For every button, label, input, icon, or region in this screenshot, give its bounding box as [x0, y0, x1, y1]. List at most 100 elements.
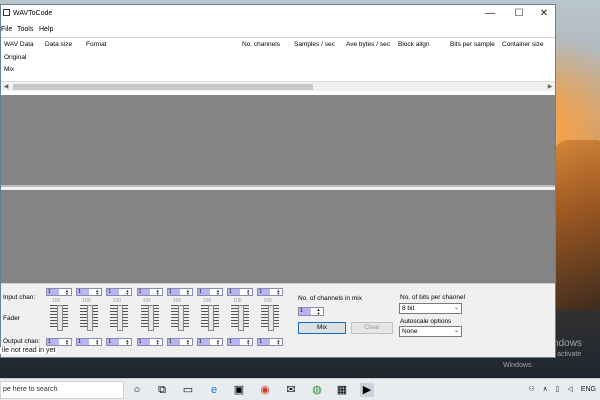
fader-slider[interactable] [170, 305, 189, 331]
input-chan-spinner[interactable]: 1 ▲ ▼ [227, 288, 254, 296]
volume-icon[interactable]: ◁ [567, 386, 572, 393]
output-chan-value[interactable]: 1 [228, 339, 241, 345]
mix-button[interactable]: Mix [298, 322, 346, 334]
input-chan-value[interactable]: 1 [228, 289, 241, 295]
spinner-arrows-icon[interactable]: ▲ ▼ [154, 339, 162, 346]
menu-help[interactable]: Help [39, 26, 53, 33]
spinner-arrows-icon[interactable]: ▲ ▼ [63, 289, 71, 296]
spinner-arrows-icon[interactable]: ▲ ▼ [184, 289, 192, 296]
wav-data-grid[interactable]: WAV Data Data size Format No. channels S… [1, 37, 555, 81]
col-block-align[interactable]: Block align [398, 41, 429, 48]
clear-button[interactable]: Clear [351, 322, 393, 334]
horizontal-scrollbar[interactable]: ◀ ▶ [1, 81, 555, 91]
start-icon[interactable]: ○ [130, 383, 144, 397]
input-chan-spinner[interactable]: 1 ▲ ▼ [106, 288, 133, 296]
fader-slider[interactable] [110, 305, 129, 331]
spinner-arrows-icon[interactable]: ▲ ▼ [214, 289, 222, 296]
spinner-arrows-icon[interactable]: ▲ ▼ [93, 339, 101, 346]
output-chan-value[interactable]: 1 [137, 339, 150, 345]
col-samples-sec[interactable]: Samples / sec [294, 41, 335, 48]
mix-waveform-panel[interactable] [1, 190, 555, 283]
col-data-size[interactable]: Data size [45, 41, 72, 48]
fader-slider[interactable] [231, 305, 250, 331]
network-icon[interactable]: ▯ [556, 386, 560, 393]
app-green-icon[interactable]: ◍ [310, 383, 324, 397]
file-explorer-icon[interactable]: ▭ [181, 383, 195, 397]
tray-chevron-icon[interactable]: ∧ [543, 386, 548, 393]
wavtocode-taskbar-icon[interactable]: ▶ [360, 383, 374, 397]
fader-slider[interactable] [201, 305, 219, 331]
output-chan-spinner[interactable]: 1 ▲ ▼ [46, 338, 72, 346]
col-format[interactable]: Format [86, 41, 107, 48]
input-chan-value[interactable]: 1 [258, 289, 271, 295]
input-chan-value[interactable]: 1 [47, 289, 59, 295]
spinner-arrows-icon[interactable]: ▲ ▼ [274, 289, 282, 296]
output-chan-value[interactable]: 1 [77, 339, 90, 345]
output-chan-value[interactable]: 1 [167, 339, 180, 345]
spinner-arrows-icon[interactable]: ▲ ▼ [93, 289, 101, 296]
task-view-icon[interactable]: ⧉ [155, 383, 169, 397]
edge-icon[interactable]: e [207, 383, 221, 397]
col-ave-bytes-sec[interactable]: Ave bytes / sec [346, 41, 390, 48]
spinner-arrows-icon[interactable]: ▲ ▼ [63, 339, 71, 346]
spinner-arrows-icon[interactable]: ▲ ▼ [123, 289, 131, 296]
input-chan-spinner[interactable]: 1 ▲ ▼ [197, 288, 223, 296]
language-indicator[interactable]: ENG [581, 386, 596, 393]
mix-channels-value[interactable]: 1 [299, 308, 311, 315]
mail-icon[interactable]: ✉ [284, 383, 298, 397]
fader-slider[interactable] [140, 305, 159, 331]
input-chan-value[interactable]: 1 [107, 289, 120, 295]
input-chan-spinner[interactable]: 1 ▲ ▼ [136, 288, 163, 296]
spinner-arrows-icon[interactable]: ▲ ▼ [184, 339, 192, 346]
output-chan-spinner[interactable]: 1 ▲ ▼ [197, 338, 223, 346]
menu-file[interactable]: File [1, 26, 12, 33]
output-chan-spinner[interactable]: 1 ▲ ▼ [106, 338, 133, 346]
output-chan-spinner[interactable]: 1 ▲ ▼ [257, 338, 284, 346]
spinner-arrows-icon[interactable]: ▲ ▼ [244, 339, 252, 346]
menu-tools[interactable]: Tools [17, 26, 33, 33]
close-button[interactable]: ✕ [531, 7, 557, 21]
col-wav-data[interactable]: WAV Data [4, 41, 34, 48]
input-chan-spinner[interactable]: 1 ▲ ▼ [257, 288, 284, 296]
output-chan-value[interactable]: 1 [198, 339, 210, 345]
input-chan-value[interactable]: 1 [137, 289, 150, 295]
output-chan-spinner[interactable]: 1 ▲ ▼ [166, 338, 193, 346]
input-chan-value[interactable]: 1 [198, 289, 210, 295]
output-chan-spinner[interactable]: 1 ▲ ▼ [76, 338, 103, 346]
output-chan-spinner[interactable]: 1 ▲ ▼ [227, 338, 254, 346]
output-chan-value[interactable]: 1 [47, 339, 59, 345]
store-icon[interactable]: ▣ [232, 383, 246, 397]
output-chan-value[interactable]: 1 [258, 339, 271, 345]
spinner-arrows-icon[interactable]: ▲ ▼ [314, 308, 323, 316]
spinner-arrows-icon[interactable]: ▲ ▼ [244, 289, 252, 296]
row-original[interactable]: Original [4, 54, 26, 61]
spinner-arrows-icon[interactable]: ▲ ▼ [214, 339, 222, 346]
mix-channels-spinner[interactable]: 1 ▲ ▼ [298, 307, 324, 316]
col-bits-per-sample[interactable]: Bits per sample [450, 41, 495, 48]
original-waveform-panel[interactable] [1, 95, 555, 187]
spinner-arrows-icon[interactable]: ▲ ▼ [154, 289, 162, 296]
input-chan-spinner[interactable]: 1 ▲ ▼ [76, 288, 103, 296]
input-chan-value[interactable]: 1 [167, 289, 180, 295]
chrome-icon[interactable]: ◉ [258, 383, 272, 397]
input-chan-spinner[interactable]: 1 ▲ ▼ [166, 288, 193, 296]
calculator-icon[interactable]: ▦ [335, 383, 349, 397]
bits-per-channel-select[interactable]: 8 bit ⌄ [399, 303, 462, 314]
maximize-button[interactable]: ☐ [506, 7, 532, 21]
row-mix[interactable]: Mix [4, 66, 14, 73]
title-bar[interactable]: WAVToCode — ☐ ✕ [1, 5, 555, 23]
col-no-channels[interactable]: No. channels [242, 41, 280, 48]
input-chan-spinner[interactable]: 1 ▲ ▼ [46, 288, 72, 296]
output-chan-value[interactable]: 1 [107, 339, 120, 345]
autoscale-select[interactable]: None ⌄ [399, 326, 462, 337]
people-icon[interactable]: ⚇ [528, 386, 534, 393]
minimize-button[interactable]: — [477, 7, 503, 21]
fader-slider[interactable] [50, 305, 68, 331]
taskbar-search-input[interactable]: ре here to search [0, 381, 124, 399]
fader-slider[interactable] [261, 305, 280, 331]
col-container-size[interactable]: Container size [502, 41, 544, 48]
scrollbar-thumb[interactable] [13, 84, 313, 90]
spinner-arrows-icon[interactable]: ▲ ▼ [123, 339, 131, 346]
spinner-arrows-icon[interactable]: ▲ ▼ [274, 339, 282, 346]
output-chan-spinner[interactable]: 1 ▲ ▼ [136, 338, 163, 346]
